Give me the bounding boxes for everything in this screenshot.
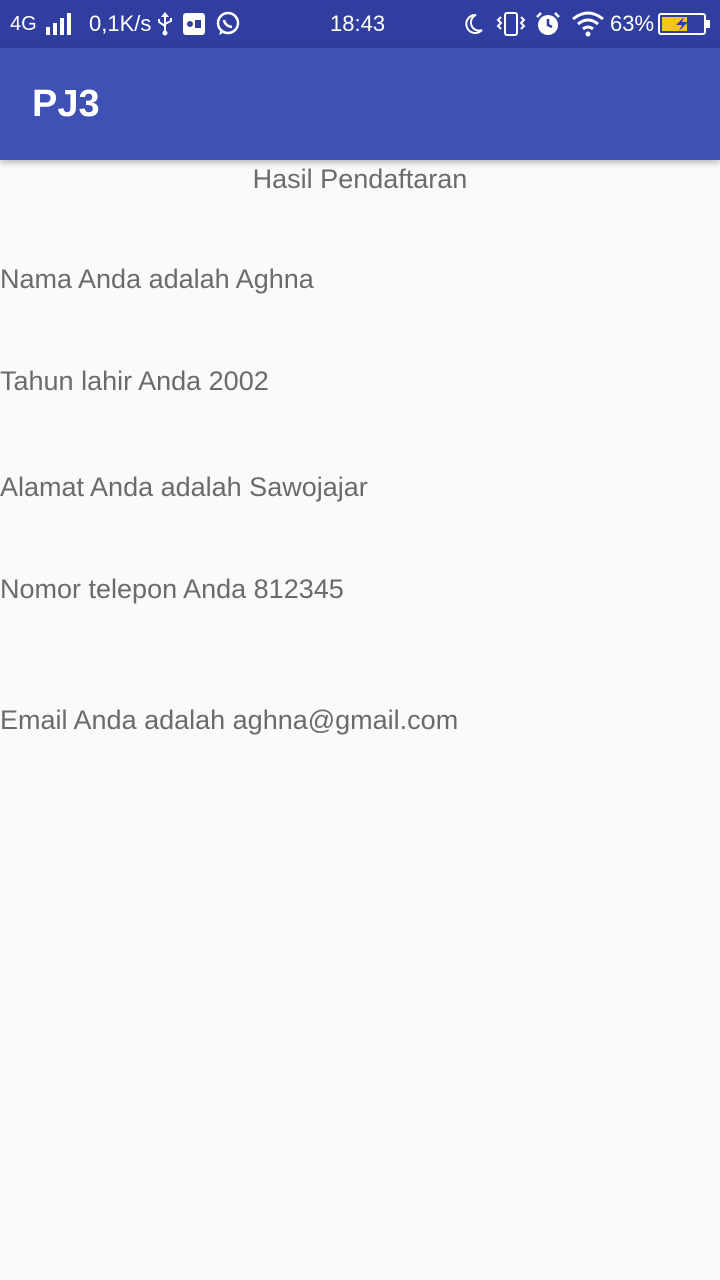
network-speed: 0,1K/s — [89, 11, 152, 36]
alarm-icon — [535, 0, 561, 48]
phone-text: Nomor telepon Anda 812345 — [0, 574, 344, 604]
battery-percent: 63% — [610, 11, 655, 36]
network-type: 4G — [10, 12, 37, 35]
wifi-icon — [571, 0, 605, 48]
vibrate-icon — [496, 0, 526, 48]
name-text: Nama Anda adalah Aghna — [0, 264, 314, 294]
usb-icon — [156, 0, 174, 48]
birth-year-text: Tahun lahir Anda 2002 — [0, 366, 269, 396]
clock: 18:43 — [330, 11, 386, 36]
sd-icon — [182, 0, 206, 48]
email-text: Email Anda adalah aghna@gmail.com — [0, 705, 459, 735]
result-heading: Hasil Pendaftaran — [252, 164, 468, 194]
status-bar: 4G 0,1K/s 18:43 63% — [0, 0, 720, 48]
signal-icon — [44, 0, 74, 48]
app-title: PJ3 — [32, 82, 100, 125]
app-bar: PJ3 — [0, 48, 720, 160]
address-text: Alamat Anda adalah Sawojajar — [0, 472, 368, 502]
moon-icon — [463, 0, 483, 48]
whatsapp-icon — [215, 0, 241, 48]
battery-icon — [658, 0, 712, 48]
registration-result: Hasil Pendaftaran Nama Anda adalah Aghna… — [0, 160, 720, 1280]
